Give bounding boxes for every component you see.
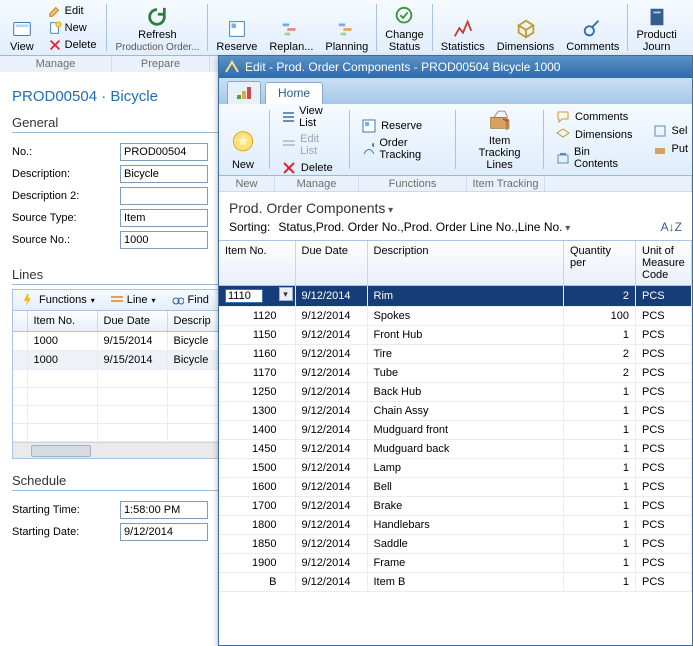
line-icon <box>111 294 123 306</box>
table-row[interactable]: 11709/12/2014Tube2PCS <box>219 364 692 383</box>
new-button-ov[interactable]: New <box>219 104 267 175</box>
find-button[interactable]: Find <box>166 291 215 309</box>
table-row[interactable]: 17009/12/2014Brake1PCS <box>219 497 692 516</box>
delete-button[interactable]: Delete <box>46 37 99 53</box>
table-row[interactable]: 13009/12/2014Chain Assy1PCS <box>219 402 692 421</box>
line-menu[interactable]: Line▾ <box>105 291 162 309</box>
no-label: No.: <box>12 146 120 158</box>
description2-label: Description 2: <box>12 190 120 202</box>
production-journal-button[interactable]: Producti Journ <box>630 0 682 55</box>
components-grid[interactable]: Item No. Due Date Description Quantity p… <box>219 240 692 645</box>
sorting-label: Sorting: <box>229 220 270 234</box>
table-row[interactable]: 19009/12/2014Frame1PCS <box>219 554 692 573</box>
comment-icon <box>556 110 570 124</box>
source-no-label: Source No.: <box>12 234 120 246</box>
select-icon <box>653 124 667 138</box>
table-row[interactable]: B9/12/2014Item B1PCS <box>219 573 692 592</box>
components-window: Edit - Prod. Order Components - PROD0050… <box>218 55 693 646</box>
table-row[interactable]: 1110▾9/12/2014Rim2PCS <box>219 286 692 307</box>
delete-button-ov[interactable]: Delete <box>280 160 339 176</box>
refresh-button[interactable]: Refresh Production Order... <box>109 0 205 55</box>
section-title[interactable]: Prod. Order Components <box>219 192 692 220</box>
statistics-button[interactable]: Statistics <box>435 0 491 55</box>
table-row[interactable]: 11209/12/2014Spokes100PCS <box>219 307 692 326</box>
table-row[interactable]: 16009/12/2014Bell1PCS <box>219 478 692 497</box>
change-status-button[interactable]: Change Status <box>379 0 430 55</box>
binoculars-icon <box>172 294 184 306</box>
table-row[interactable]: 15009/12/2014Lamp1PCS <box>219 459 692 478</box>
col-quantity[interactable]: Quantity per <box>564 241 636 286</box>
no-input[interactable] <box>120 143 208 161</box>
order-tracking-button[interactable]: Order Tracking <box>360 136 445 162</box>
view-label: View <box>10 41 34 53</box>
file-tab[interactable] <box>227 81 261 104</box>
col-description[interactable]: Description <box>367 241 564 286</box>
sorting-value[interactable]: Status,Prod. Order No.,Prod. Order Line … <box>278 220 652 234</box>
overlay-ribbon: New View List Edit List Delete Reserve O… <box>219 104 692 176</box>
table-row[interactable]: 12509/12/2014Back Hub1PCS <box>219 383 692 402</box>
table-row[interactable]: 14509/12/2014Mudguard back1PCS <box>219 440 692 459</box>
planning-button[interactable]: Planning <box>319 0 374 55</box>
view-button[interactable]: View <box>4 0 40 55</box>
list-icon <box>282 110 294 124</box>
main-ribbon: View Edit New Delete Refresh Production … <box>0 0 693 56</box>
edit-list-button: Edit List <box>280 132 339 158</box>
table-row[interactable]: 11609/12/2014Tire2PCS <box>219 345 692 364</box>
edit-button[interactable]: Edit <box>46 3 99 19</box>
starting-date-label: Starting Date: <box>12 526 120 538</box>
dimensions-button-ov[interactable]: Dimensions <box>554 127 634 143</box>
col-due-date[interactable]: Due Date <box>295 241 367 286</box>
source-no-input[interactable] <box>120 231 208 249</box>
comments-button-ov[interactable]: Comments <box>554 109 634 125</box>
delete-icon <box>282 161 296 175</box>
replan-button[interactable]: Replan... <box>263 0 319 55</box>
col-item-no[interactable]: Item No. <box>219 241 295 286</box>
item-tracking-lines-button[interactable]: Item Tracking Lines <box>458 104 541 175</box>
reserve-button[interactable]: Reserve <box>210 0 263 55</box>
view-list-button[interactable]: View List <box>280 104 339 130</box>
reserve-button-ov[interactable]: Reserve <box>360 118 445 134</box>
window-title: Edit - Prod. Order Components - PROD0050… <box>245 60 560 74</box>
tracking-icon <box>362 142 374 156</box>
starting-time-input[interactable] <box>120 501 208 519</box>
ribbon-tabs: Home <box>219 78 692 104</box>
table-row[interactable]: 18009/12/2014Handlebars1PCS <box>219 516 692 535</box>
put-away-button[interactable]: Put <box>651 141 691 157</box>
sort-az-icon[interactable]: A↓Z <box>661 220 682 234</box>
putaway-icon <box>653 142 667 156</box>
home-tab[interactable]: Home <box>265 82 323 104</box>
source-type-label: Source Type: <box>12 212 120 224</box>
edit-list-icon <box>282 138 295 152</box>
col-uom[interactable]: Unit of Measure Code <box>636 241 692 286</box>
bin-contents-button[interactable]: Bin Contents <box>554 145 634 171</box>
table-row[interactable]: 14009/12/2014Mudguard front1PCS <box>219 421 692 440</box>
col-item-no[interactable]: Item No. <box>27 311 97 332</box>
dropdown-icon[interactable]: ▾ <box>279 287 293 301</box>
source-type-input[interactable] <box>120 209 208 227</box>
description-input[interactable] <box>120 165 208 183</box>
starting-time-label: Starting Time: <box>12 504 120 516</box>
functions-menu[interactable]: Functions▾ <box>17 291 101 309</box>
reserve-icon <box>362 119 376 133</box>
dimensions-icon <box>556 128 570 142</box>
starting-date-input[interactable] <box>120 523 208 541</box>
select-button[interactable]: Sel <box>651 123 691 139</box>
bin-icon <box>556 151 569 165</box>
table-row[interactable]: 18509/12/2014Saddle1PCS <box>219 535 692 554</box>
overlay-ribbon-groups: New Manage Functions Item Tracking <box>219 176 692 192</box>
new-button[interactable]: New <box>46 20 99 36</box>
lightning-icon <box>23 294 35 306</box>
dimensions-button[interactable]: Dimensions <box>491 0 560 55</box>
table-row[interactable]: 11509/12/2014Front Hub1PCS <box>219 326 692 345</box>
description-label: Description: <box>12 168 120 180</box>
app-icon <box>225 60 239 74</box>
description2-input[interactable] <box>120 187 208 205</box>
col-due-date[interactable]: Due Date <box>97 311 167 332</box>
window-title-bar[interactable]: Edit - Prod. Order Components - PROD0050… <box>219 56 692 78</box>
comments-button[interactable]: Comments <box>560 0 625 55</box>
